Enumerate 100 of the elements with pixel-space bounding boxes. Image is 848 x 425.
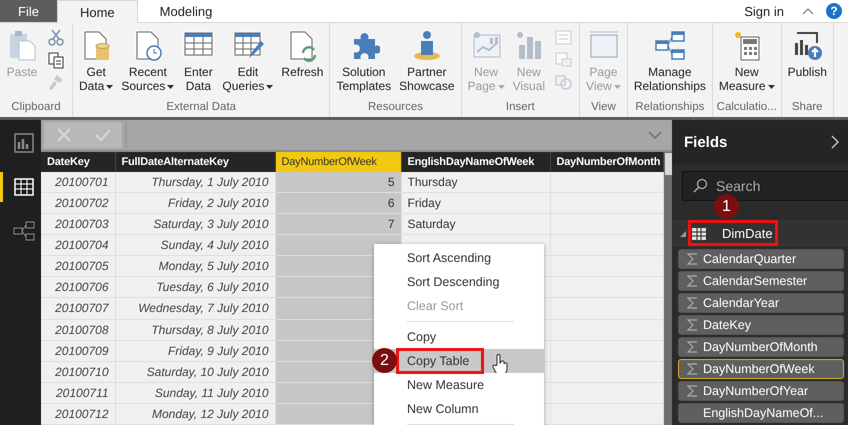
field-item[interactable]: CalendarQuarter (678, 249, 844, 269)
table-cell: 20100712 (41, 403, 115, 424)
expand-triangle-icon[interactable] (680, 230, 686, 236)
collapse-ribbon-icon[interactable] (802, 7, 814, 15)
table-cell: Friday, 9 July 2010 (115, 340, 275, 362)
field-item[interactable]: DayNumberOfYear (678, 381, 844, 401)
field-name: DayNumberOfWeek (703, 362, 815, 376)
column-header[interactable]: FullDateAlternateKey (115, 152, 275, 172)
ribbon-button[interactable]: Get Data (76, 26, 116, 95)
table-cell: 20100710 (41, 361, 115, 382)
table-cell: Thursday (401, 172, 550, 193)
table-cell: 5 (275, 172, 401, 193)
ribbon-button[interactable]: Solution Templates (333, 26, 394, 95)
file-menu-tab[interactable]: File (0, 0, 57, 22)
sigma-icon (687, 297, 698, 309)
sign-in-link[interactable]: Sign in (744, 4, 784, 18)
table-cell: 7 (275, 214, 401, 235)
menu-item[interactable]: Copy (374, 325, 544, 349)
table-cell: Tuesday, 6 July 2010 (115, 276, 275, 298)
ribbon-button[interactable]: Partner Showcase (396, 26, 458, 95)
menu-item[interactable]: Sort Descending (374, 270, 544, 294)
column-header[interactable]: DayNumberOfWeek (275, 152, 401, 172)
field-name: DateKey (703, 318, 751, 332)
hand-cursor-icon (492, 353, 508, 375)
table-cell: Friday (401, 192, 550, 214)
table-cell: 20100711 (41, 382, 115, 404)
ribbon-tab[interactable]: Home (56, 0, 138, 23)
caret-icon (768, 84, 775, 89)
sigma-icon (687, 341, 698, 353)
table-cell: Thursday, 1 July 2010 (115, 172, 275, 193)
copy-icon[interactable] (46, 51, 66, 70)
table-cell: 20100704 (41, 234, 115, 256)
table-cell: 20100703 (41, 214, 115, 235)
ribbon-button[interactable]: Enter Data (179, 26, 218, 95)
field-name: DayNumberOfMonth (703, 340, 818, 354)
column-header[interactable]: EnglishDayNameOfWeek (401, 152, 550, 172)
field-name: EnglishDayNameOf... (703, 406, 824, 420)
field-item[interactable]: DayNumberOfWeek (678, 359, 844, 379)
help-icon[interactable]: ? (826, 3, 842, 19)
menu-item[interactable]: New Measure (374, 373, 544, 397)
chevron-down-icon[interactable] (648, 131, 662, 139)
table-cell: 20100709 (41, 340, 115, 362)
sigma-icon (687, 385, 698, 397)
ribbon-button[interactable]: Refresh (278, 26, 326, 81)
field-item[interactable]: DayNumberOfMonth (678, 337, 844, 357)
ribbon-button[interactable]: Edit Queries (219, 26, 276, 95)
step-badge: 1 (714, 194, 739, 219)
table-cell: Saturday, 3 July 2010 (115, 214, 275, 235)
caret-icon (106, 84, 114, 89)
ribbon-button[interactable]: Publish (784, 26, 830, 81)
field-item[interactable]: CalendarYear (678, 293, 844, 313)
ribbon-button[interactable]: New Measure (716, 26, 778, 95)
table-cell: Saturday, 10 July 2010 (115, 361, 275, 382)
group-label: Resources (367, 101, 424, 115)
group-label: Calculatio... (716, 101, 778, 115)
table-cell: Sunday, 11 July 2010 (115, 382, 275, 404)
sigma-icon (687, 275, 698, 287)
table-cell: Thursday, 8 July 2010 (115, 319, 275, 340)
group-label: Clipboard (10, 101, 62, 115)
table-cell: Friday, 2 July 2010 (115, 192, 275, 214)
table-cell: 6 (275, 192, 401, 214)
field-item[interactable]: EnglishDayNameOf... (678, 403, 844, 423)
table-cell: 20100705 (41, 256, 115, 277)
table-cell: 20100702 (41, 192, 115, 214)
table-cell: Monday, 5 July 2010 (115, 256, 275, 277)
field-name: CalendarYear (703, 296, 779, 310)
sigma-icon (687, 319, 698, 331)
table-icon (692, 228, 706, 240)
table-name: DimDate (722, 226, 773, 241)
chevron-right-icon[interactable] (830, 134, 840, 150)
caret-icon (167, 84, 174, 89)
table-cell: 20100706 (41, 276, 115, 298)
sigma-icon (687, 253, 698, 265)
group-label: View (590, 101, 617, 115)
group-label: Share (790, 101, 824, 115)
table-cell: 20100707 (41, 298, 115, 319)
pane-title: Fields (684, 134, 728, 150)
sigma-icon (687, 363, 698, 375)
search-icon (692, 178, 708, 194)
table-cell: Saturday (401, 214, 550, 235)
caret-icon (266, 84, 274, 89)
field-item[interactable]: CalendarSemester (678, 271, 844, 291)
ribbon-button[interactable]: Recent Sources (118, 26, 178, 95)
table-cell: Wednesday, 7 July 2010 (115, 298, 275, 319)
table-cell: 20100708 (41, 319, 115, 340)
table-cell: Sunday, 4 July 2010 (115, 234, 275, 256)
menu-item[interactable]: Sort Ascending (374, 246, 544, 270)
table-cell: Monday, 12 July 2010 (115, 403, 275, 424)
table-cell: 20100701 (41, 172, 115, 193)
field-name: CalendarQuarter (703, 252, 796, 266)
field-name: DayNumberOfYear (703, 384, 808, 398)
menu-item[interactable]: New Column (374, 397, 544, 421)
ribbon-button[interactable]: Manage Relationships (630, 26, 709, 95)
field-name: CalendarSemester (703, 274, 808, 288)
field-item[interactable]: DateKey (678, 315, 844, 335)
column-header[interactable]: DayNumberOfMonth (550, 152, 663, 172)
column-header[interactable]: DateKey (41, 152, 115, 172)
caret-icon (498, 84, 505, 89)
search-field[interactable]: Search (682, 171, 848, 201)
group-label: External Data (165, 101, 238, 115)
